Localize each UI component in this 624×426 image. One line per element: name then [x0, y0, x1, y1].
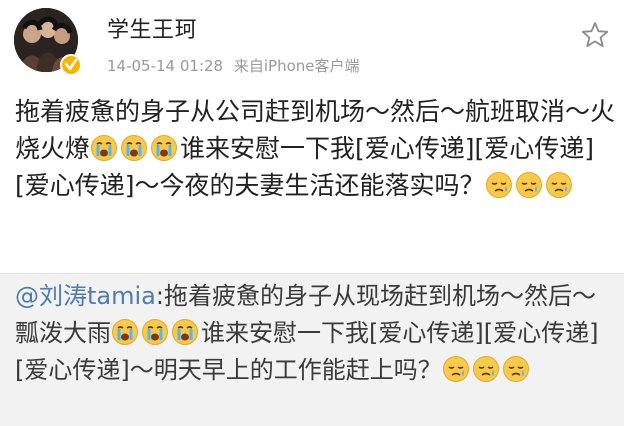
post-timestamp: 14-05-14 01:28 — [107, 57, 224, 75]
crying-emoji-icon — [90, 134, 118, 162]
star-icon[interactable] — [580, 20, 610, 50]
crying-emoji-icon — [171, 318, 199, 346]
sad-emoji-icon — [515, 171, 543, 199]
repost-body: @刘涛tamia:拖着疲惫的身子从现场赶到机场～然后～瓢泼大雨 谁来安慰一下我[爱… — [15, 278, 615, 389]
sad-emoji-icon — [502, 355, 530, 383]
post-body: 拖着疲惫的身子从公司赶到机场～然后～航班取消～火烧火燎 谁来安慰一下我[爱心传递]… — [15, 93, 615, 204]
crying-emoji-icon — [141, 318, 169, 346]
crying-emoji-icon — [150, 134, 178, 162]
verified-badge-icon — [60, 54, 82, 76]
sad-emoji-icon — [545, 171, 573, 199]
sad-emoji-icon — [485, 171, 513, 199]
crying-emoji-icon — [120, 134, 148, 162]
username[interactable]: 学生王珂 — [107, 12, 197, 44]
post-header: 学生王珂 14-05-14 01:28 来自iPhone客户端 — [0, 0, 624, 86]
mention-link[interactable]: @刘涛tamia — [15, 282, 156, 310]
crying-emoji-icon — [111, 318, 139, 346]
post-source[interactable]: 来自iPhone客户端 — [234, 57, 360, 75]
repost-box[interactable]: @刘涛tamia:拖着疲惫的身子从现场赶到机场～然后～瓢泼大雨 谁来安慰一下我[爱… — [0, 273, 624, 426]
sad-emoji-icon — [472, 355, 500, 383]
sad-emoji-icon — [442, 355, 470, 383]
post-meta: 14-05-14 01:28 来自iPhone客户端 — [107, 55, 366, 76]
